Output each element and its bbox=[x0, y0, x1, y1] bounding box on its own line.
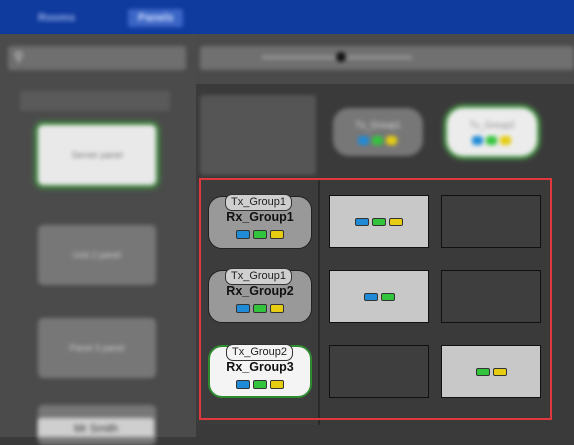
left-card-selected[interactable]: Server panel bbox=[38, 125, 156, 185]
left-toolbar: ⚲ bbox=[8, 46, 186, 70]
left-card[interactable]: Unit 2 panel bbox=[38, 225, 156, 285]
highlight-box bbox=[199, 178, 552, 420]
tx-column-header[interactable]: Tx_Group1 bbox=[333, 108, 423, 156]
top-bar: Rooms Panels bbox=[0, 0, 574, 34]
left-card[interactable]: Panel 3 panel bbox=[38, 318, 156, 378]
search-icon[interactable]: ⚲ bbox=[14, 49, 24, 65]
tab-panels[interactable]: Panels bbox=[128, 9, 184, 27]
zoom-slider-knob[interactable] bbox=[336, 52, 346, 62]
tx-column-header-selected[interactable]: Tx_Group2 bbox=[447, 108, 537, 156]
left-search-input[interactable] bbox=[20, 91, 170, 111]
tab-rooms[interactable]: Rooms bbox=[28, 9, 85, 27]
bottom-label: Mr Smith bbox=[38, 418, 154, 437]
matrix-corner bbox=[200, 95, 316, 175]
